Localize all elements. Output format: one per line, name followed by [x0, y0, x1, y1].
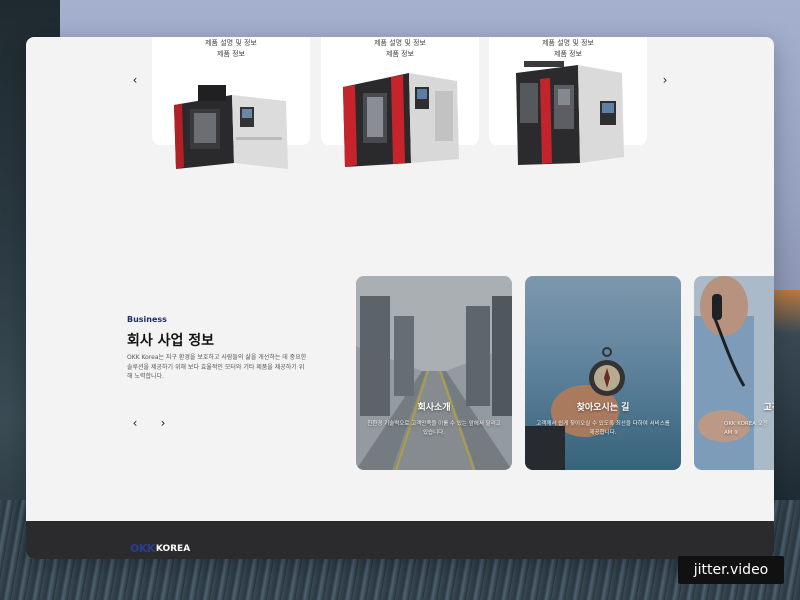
compass-photo — [525, 276, 681, 470]
product-caption: 제품 설명 및 정보 제품 정보 — [542, 39, 594, 58]
tile-title: 회사소개 — [417, 403, 451, 413]
chevron-left-icon: ‹ — [132, 73, 138, 87]
chevron-right-icon: › — [662, 73, 668, 87]
cnc-machine-image — [174, 85, 288, 169]
logo-mark: OKK — [130, 542, 155, 555]
business-eyebrow: Business — [127, 315, 167, 324]
tile-description: 고객께서 쉽게 찾아오실 수 있도록 최선을 다하여 서비스를 제공합니다. — [536, 421, 670, 436]
cnc-machine-image — [343, 73, 459, 167]
logo-text: KOREA — [155, 543, 191, 554]
tile-title: 찾아오시는 길 — [576, 403, 630, 413]
business-next-button[interactable]: › — [155, 415, 171, 431]
carousel-prev-button[interactable]: ‹ — [127, 72, 143, 88]
business-heading: 회사 사업 정보 — [127, 333, 215, 349]
chevron-right-icon: › — [160, 416, 166, 430]
tile-description: OKK KOREA 오전 AM 9 — [724, 421, 768, 436]
business-prev-button[interactable]: ‹ — [127, 415, 143, 431]
company-intro-card[interactable]: 회사소개 친환경 기술력으로 고객만족을 이룰 수 있는 앞에서 달리고 있습니… — [356, 276, 512, 470]
jitter-watermark: jitter.video — [678, 556, 784, 584]
factory-photo — [356, 276, 512, 470]
product-caption: 제품 설명 및 정보 제품 정보 — [374, 39, 426, 58]
directions-card[interactable]: 찾아오시는 길 고객께서 쉽게 찾아오실 수 있도록 최선을 다하여 서비스를 … — [525, 276, 681, 470]
cnc-machine-image — [516, 61, 624, 165]
carousel-next-button[interactable]: › — [657, 72, 673, 88]
phone-call-photo — [694, 276, 774, 470]
tile-description: 친환경 기술력으로 고객만족을 이룰 수 있는 앞에서 달리고 있습니다. — [367, 421, 501, 436]
business-description: OKK Korea는 지구 환경을 보호하고 사람들의 삶을 개선하는 데 중요… — [127, 354, 307, 380]
tile-title: 고객 — [763, 403, 774, 413]
website-card: ‹ › 제품 설명 및 정보 제품 정보 제품 설명 및 정보 제품 정보 제품… — [26, 37, 774, 559]
customer-service-card[interactable]: 고객 OKK KOREA 오전 AM 9 — [694, 276, 774, 470]
okk-korea-logo[interactable]: OKK KOREA — [130, 542, 190, 555]
product-caption: 제품 설명 및 정보 제품 정보 — [205, 39, 257, 58]
chevron-left-icon: ‹ — [132, 416, 138, 430]
site-footer: OKK KOREA — [26, 521, 774, 559]
